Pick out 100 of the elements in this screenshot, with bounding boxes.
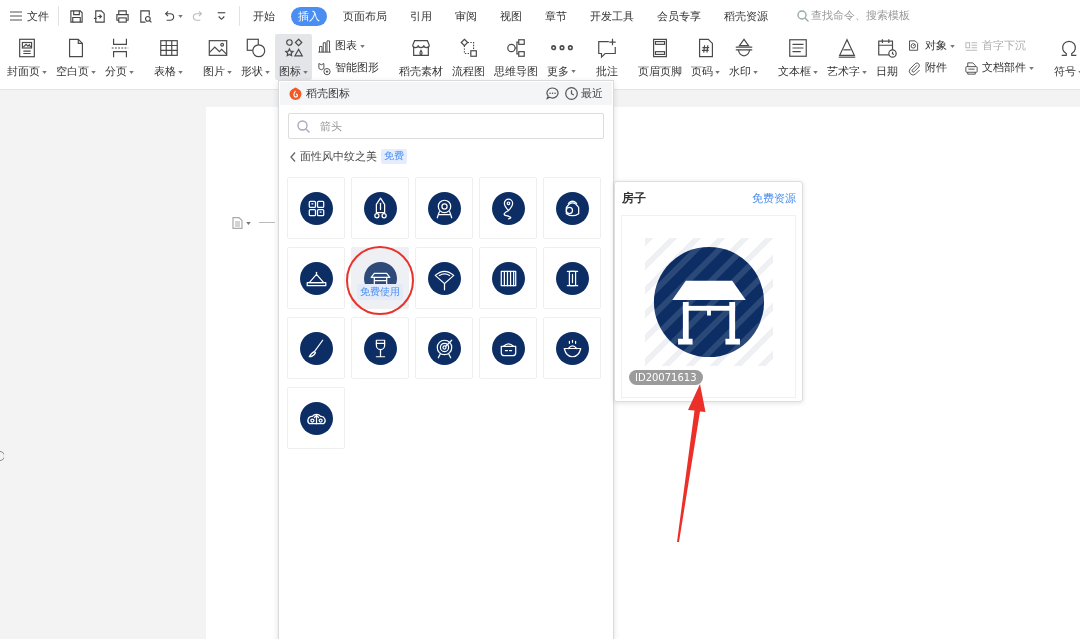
cover-page-button[interactable]: 封面页	[3, 34, 51, 80]
printer-icon	[115, 8, 130, 24]
header-footer-button[interactable]: 页眉页脚	[634, 34, 686, 80]
pot-icon	[491, 331, 525, 365]
icon-tile[interactable]	[543, 317, 601, 379]
icon-tile[interactable]	[287, 177, 345, 239]
caret-icon	[715, 70, 720, 74]
shape-set-icon	[282, 37, 305, 59]
annotation-ring	[346, 246, 414, 315]
caret-icon	[813, 70, 818, 74]
word-art-button[interactable]: 艺术字	[823, 34, 871, 80]
icon-tile[interactable]	[415, 317, 473, 379]
fan-icon	[427, 261, 461, 295]
clock-icon	[565, 87, 578, 100]
caret-icon	[129, 70, 134, 74]
ribbon-tab[interactable]: 页面布局	[336, 6, 394, 26]
panel-title: 稻壳图标	[306, 86, 350, 101]
print-preview-icon	[138, 8, 153, 24]
category-back-link[interactable]: 面性风中纹之美	[290, 149, 377, 164]
icon-tile[interactable]	[479, 317, 537, 379]
page-break-button[interactable]: 分页	[101, 34, 138, 80]
icon-tile[interactable]	[351, 177, 409, 239]
shape-set-button[interactable]: 图标	[275, 34, 312, 80]
calendar-button[interactable]: 日期	[872, 34, 902, 80]
icon-tile[interactable]	[287, 317, 345, 379]
edge-handle-icon	[0, 451, 4, 461]
caret-icon	[265, 70, 270, 74]
icon-tile[interactable]	[415, 177, 473, 239]
menu-icon	[10, 11, 22, 21]
chevron-left-icon	[290, 151, 296, 162]
grid-icon	[299, 191, 333, 225]
save-button[interactable]	[68, 7, 85, 25]
omega-button[interactable]: 符号	[1050, 34, 1080, 80]
mind-map-icon	[505, 37, 527, 59]
shop-icon	[410, 37, 432, 59]
document-parts-button[interactable]: 文档部件	[960, 59, 1038, 77]
object-button[interactable]: 对象	[903, 37, 959, 55]
watermark-button[interactable]: 水印	[725, 34, 762, 80]
page-number-button[interactable]: 页码	[687, 34, 724, 80]
shop-button[interactable]: 稻壳素材	[395, 34, 447, 80]
recent-button[interactable]: 最近	[565, 86, 603, 101]
icon-tile[interactable]	[543, 177, 601, 239]
icon-tile[interactable]	[351, 317, 409, 379]
window-icon	[491, 261, 525, 295]
bar-chart-button[interactable]: 图表	[313, 37, 383, 55]
hat-icon	[299, 261, 333, 295]
rocket-icon	[363, 191, 397, 225]
ribbon-tab[interactable]: 引用	[403, 6, 439, 26]
caret-icon	[360, 44, 365, 48]
ribbon-tab[interactable]: 视图	[493, 6, 529, 26]
free-tag: 免费	[381, 149, 407, 164]
ellipsis-button[interactable]: 更多	[543, 34, 580, 80]
smart-shape-button[interactable]: 智能图形	[313, 59, 383, 77]
ribbon-tab[interactable]: 会员专享	[650, 6, 708, 26]
print-preview-button[interactable]	[137, 7, 154, 25]
ribbon-tab[interactable]: 开发工具	[583, 6, 641, 26]
export-icon	[92, 8, 107, 24]
icon-tile[interactable]	[543, 247, 601, 309]
search-icon	[797, 10, 809, 22]
table-button[interactable]: 表格	[150, 34, 187, 80]
caret-icon	[753, 70, 758, 74]
id-tag: ID20071613	[629, 370, 703, 385]
text-box-button[interactable]: 文本框	[774, 34, 822, 80]
caret-icon	[1029, 66, 1034, 70]
feedback-button[interactable]	[546, 87, 559, 100]
file-menu-button[interactable]: 文件	[10, 6, 49, 26]
printer-button[interactable]	[114, 7, 131, 25]
calendar-icon	[876, 37, 898, 59]
save-icon	[69, 8, 84, 24]
comment-button[interactable]: 批注	[592, 34, 622, 80]
target-icon	[427, 331, 461, 365]
comment-icon	[596, 37, 618, 59]
caret-icon	[91, 70, 96, 74]
icon-tile[interactable]	[479, 247, 537, 309]
caret-icon	[246, 221, 251, 225]
icon-tile[interactable]	[415, 247, 473, 309]
mind-map-button[interactable]: 思维导图	[490, 34, 542, 80]
shapes-button[interactable]: 形状	[237, 34, 274, 80]
export-button[interactable]	[91, 7, 108, 25]
ribbon-tab[interactable]: 稻壳资源	[717, 6, 775, 26]
ribbon-tab[interactable]: 审阅	[448, 6, 484, 26]
icon-tile[interactable]	[479, 177, 537, 239]
paperclip-button[interactable]: 附件	[903, 59, 959, 77]
ribbon-tab[interactable]: 开始	[246, 6, 282, 26]
flowchart-button[interactable]: 流程图	[448, 34, 489, 80]
flowchart-icon	[457, 37, 480, 59]
blank-page-button[interactable]: 空白页	[52, 34, 100, 80]
ribbon-tab[interactable]: 章节	[538, 6, 574, 26]
icon-title: 房子	[622, 191, 646, 206]
icon-tile[interactable]	[287, 247, 345, 309]
shapes-icon	[244, 37, 267, 59]
bag-icon	[555, 191, 589, 225]
document-parts-icon	[964, 60, 979, 76]
picture-button[interactable]: 图片	[199, 34, 236, 80]
icon-tile[interactable]	[287, 387, 345, 449]
cover-page-icon	[16, 37, 38, 59]
caret-icon	[862, 70, 867, 74]
caret-icon	[178, 14, 183, 18]
icon-search-field[interactable]: 箭头	[288, 113, 604, 139]
webcam-icon	[427, 191, 461, 225]
